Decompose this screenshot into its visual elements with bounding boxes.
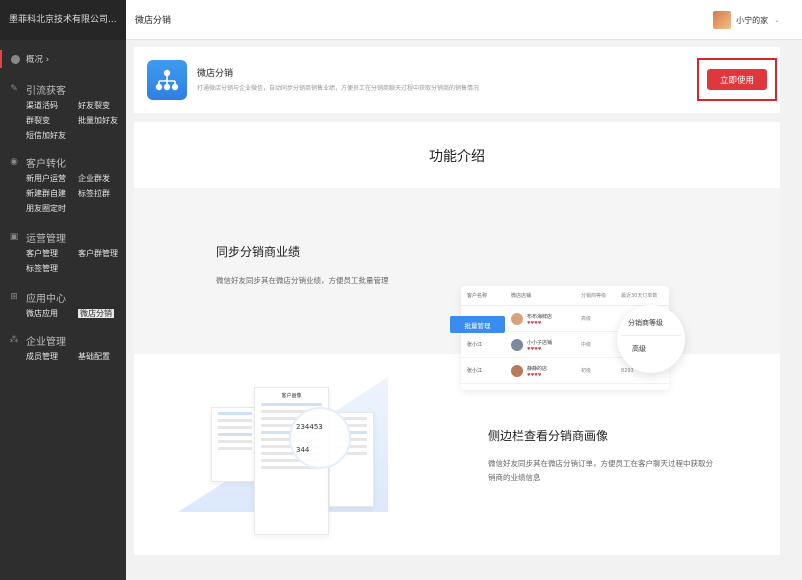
sidebar-item-members[interactable]: 成员管理 bbox=[26, 350, 78, 364]
divider bbox=[621, 335, 681, 336]
sidebar-item-tags[interactable]: 标签管理 bbox=[26, 262, 78, 276]
heart-icon: ♥♥♥♥ bbox=[527, 345, 542, 351]
user-menu[interactable]: 小宁的家 ⌄ bbox=[713, 11, 780, 29]
sidebar-group-title: ⊞ 应用中心 bbox=[10, 292, 66, 305]
table-header: 最近30天订单数 bbox=[621, 293, 658, 299]
sidebar-group-title: ✎ 引流获客 bbox=[10, 84, 66, 97]
cell: 张小江 bbox=[467, 368, 483, 374]
company-name[interactable]: 墨菲科北京技术有限公司... bbox=[0, 0, 126, 40]
circle-value: 高级 bbox=[632, 345, 646, 353]
app-name: 微店分销 bbox=[197, 69, 234, 79]
avatar bbox=[511, 312, 523, 325]
cell: 高级 bbox=[581, 316, 592, 322]
magnifier: 234453 344 bbox=[289, 407, 351, 469]
cell: 中级 bbox=[581, 342, 592, 348]
feature-description: 微信好友同步其在微店分销订单，方便员工在客户聊天过程中获取分销商的业绩信息 bbox=[488, 459, 713, 482]
conversion-icon: ◉ bbox=[10, 157, 18, 167]
cell: 张小江 bbox=[467, 342, 483, 348]
feature-sync-section: 同步分销商业绩 微信好友同步其在微店分销业绩，方便员工批量管理 客户名称 微店店… bbox=[134, 188, 780, 390]
traffic-icon: ✎ bbox=[10, 84, 18, 94]
heart-icon: ♥♥♥♥ bbox=[527, 371, 542, 377]
top-header: 微店分销 小宁的家 ⌄ bbox=[126, 0, 802, 40]
table-header: 微店店铺 bbox=[511, 293, 532, 299]
sidebar-item-overview[interactable]: 概况 › bbox=[0, 50, 126, 68]
phone-mockup bbox=[211, 407, 259, 482]
feature-intro: 功能介绍 同步分销商业绩 微信好友同步其在微店分销业绩，方便员工批量管理 客户名… bbox=[134, 122, 780, 555]
feature-description: 微信好友同步其在微店分销业绩，方便员工批量管理 bbox=[216, 276, 389, 285]
sidebar-item-new-user[interactable]: 新用户运营 bbox=[26, 172, 78, 186]
sidebar: 墨菲科北京技术有限公司... 概况 › ✎ 引流获客 渠道活码 好友裂变 群裂变… bbox=[0, 0, 126, 580]
sidebar-item-label: 概况 › bbox=[26, 55, 50, 65]
sidebar-group-title: ◉ 客户转化 bbox=[10, 157, 66, 170]
chevron-down-icon: ⌄ bbox=[774, 16, 780, 24]
sidebar-group-conversion: ◉ 客户转化 新用户运营 企业群发 新建群自建 标签拉群 朋友圈定时 bbox=[0, 154, 126, 216]
distribution-app-icon bbox=[147, 60, 187, 100]
sidebar-item-customers[interactable]: 客户管理 bbox=[26, 247, 78, 261]
avatar bbox=[713, 11, 732, 29]
overview-icon bbox=[11, 54, 20, 64]
avatar bbox=[511, 364, 523, 377]
sidebar-item-customer-groups[interactable]: 客户群管理 bbox=[78, 247, 134, 261]
level-magnifier: 分销商等级 高级 bbox=[617, 305, 685, 373]
sidebar-item-weidian-distribution[interactable]: 微店分销 bbox=[78, 307, 134, 321]
sidebar-group-org: ⁂ 企业管理 成员管理 基础配置 bbox=[0, 332, 126, 364]
page-title: 微店分销 bbox=[135, 16, 172, 26]
sidebar-group-title: ▣ 运营管理 bbox=[9, 232, 66, 245]
feature-heading: 同步分销商业绩 bbox=[216, 245, 301, 259]
metric-value: 344 bbox=[296, 446, 310, 454]
store-name: 布布海鲜店 bbox=[527, 313, 553, 320]
sidebar-item-mass-send[interactable]: 企业群发 bbox=[78, 172, 134, 186]
feature-title: 功能介绍 bbox=[429, 149, 485, 165]
user-name: 小宁的家 bbox=[736, 15, 769, 25]
cell: 初级 bbox=[581, 368, 592, 374]
sidebar-item-batch-add[interactable]: 批量加好友 bbox=[78, 114, 134, 128]
sidebar-item-sms-add[interactable]: 短信加好友 bbox=[26, 129, 78, 143]
metric-value: 234453 bbox=[296, 423, 323, 431]
avatar bbox=[511, 338, 523, 351]
sidebar-group-title: ⁂ 企业管理 bbox=[9, 335, 67, 348]
sidebar-item-weidian-app[interactable]: 微店应用 bbox=[26, 307, 78, 321]
sidebar-group-apps: ⊞ 应用中心 微店应用 微店分销 bbox=[0, 289, 126, 321]
sidebar-item-basic-config[interactable]: 基础配置 bbox=[78, 350, 134, 364]
cell: 布布海鲜店 ♥♥♥♥ bbox=[511, 312, 581, 325]
sidebar-item-tag-group[interactable]: 标签拉群 bbox=[78, 187, 134, 201]
batch-manage-button: 批量管理 bbox=[450, 316, 505, 333]
cell: 静静的店 ♥♥♥♥ bbox=[511, 364, 581, 377]
app-card: 微店分销 打通微店分销与企业微信，自动同步分销商销售业绩，方便员工在分销商聊天过… bbox=[134, 47, 780, 113]
phone-title: 客户画像 bbox=[281, 393, 302, 399]
app-description: 打通微店分销与企业微信，自动同步分销商销售业绩，方便员工在分销商聊天过程中获取分… bbox=[197, 85, 480, 92]
sidebar-group-operations: ▣ 运营管理 客户管理 客户群管理 标签管理 bbox=[0, 229, 126, 276]
org-icon: ⁂ bbox=[9, 335, 19, 345]
manage-icon: ▣ bbox=[9, 232, 19, 242]
store-name: 静静的店 bbox=[527, 365, 548, 372]
sidebar-item-friend-fission[interactable]: 好友裂变 bbox=[78, 99, 134, 113]
sidebar-group-traffic: ✎ 引流获客 渠道活码 好友裂变 群裂变 批量加好友 短信加好友 bbox=[0, 81, 126, 143]
apps-icon: ⊞ bbox=[10, 292, 18, 302]
use-button-highlight: 立即使用 bbox=[697, 58, 777, 101]
store-name: 小小子店铺 bbox=[527, 339, 553, 346]
cell: 小小子店铺 ♥♥♥♥ bbox=[511, 338, 581, 351]
table-header: 分销商等级 bbox=[581, 293, 607, 299]
table-header: 客户名称 bbox=[467, 293, 488, 299]
use-now-button[interactable]: 立即使用 bbox=[707, 69, 767, 90]
sidebar-item-moments[interactable]: 朋友圈定时 bbox=[26, 202, 78, 216]
heart-icon: ♥♥♥♥ bbox=[527, 319, 542, 325]
sidebar-item-group-fission[interactable]: 群裂变 bbox=[26, 114, 78, 128]
sidebar-item-channel-code[interactable]: 渠道活码 bbox=[26, 99, 78, 113]
feature-heading: 侧边栏查看分销商画像 bbox=[488, 429, 609, 443]
sidebar-item-new-group[interactable]: 新建群自建 bbox=[26, 187, 78, 201]
circle-label: 分销商等级 bbox=[628, 319, 663, 327]
